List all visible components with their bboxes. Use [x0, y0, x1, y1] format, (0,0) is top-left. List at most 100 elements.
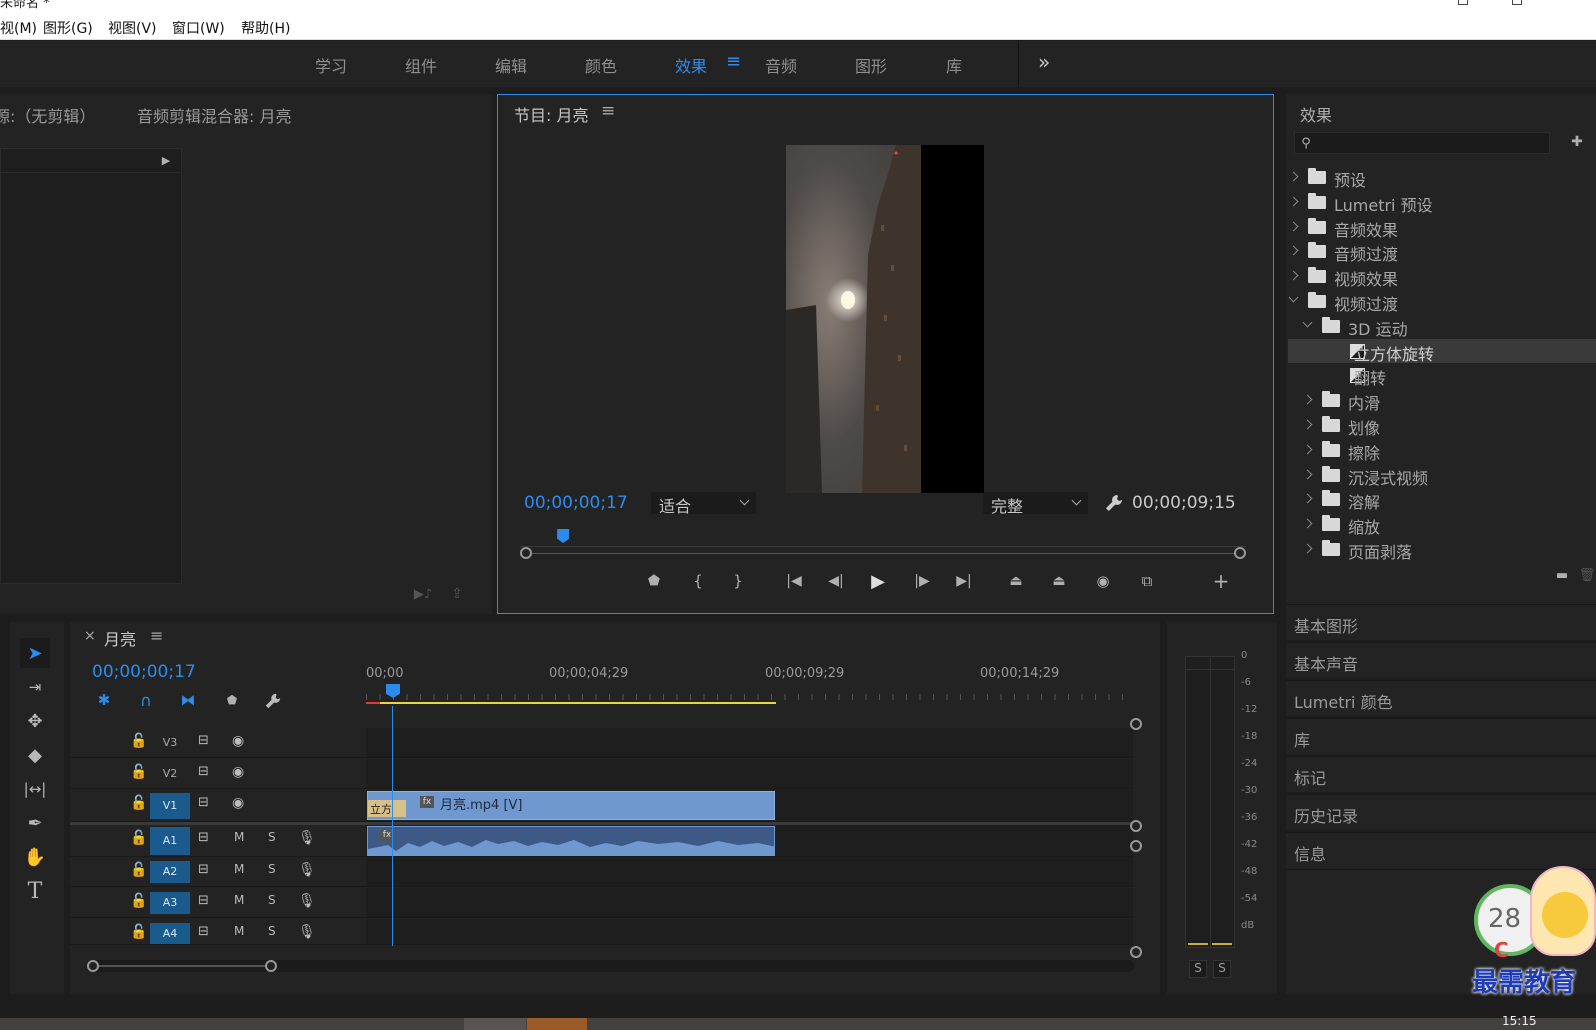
chevron-right-icon[interactable]	[1302, 543, 1313, 554]
lock-icon[interactable]: 🔓	[130, 862, 147, 878]
lock-icon[interactable]: 🔓	[130, 795, 147, 811]
nest-toggle-icon[interactable]: ✱	[94, 690, 114, 710]
chevron-down-icon[interactable]	[1288, 292, 1299, 303]
solo-button[interactable]: S	[268, 830, 276, 844]
eye-icon[interactable]: ◉	[232, 795, 244, 811]
effects-tree-item[interactable]: 预设	[1288, 165, 1596, 190]
new-bin-icon[interactable]: ✚	[1566, 132, 1588, 152]
workspace-tab-effects[interactable]: 效果	[675, 53, 707, 77]
quality-select[interactable]: 完整	[983, 492, 1088, 516]
audio-export-icon[interactable]: ▶♪	[412, 584, 434, 604]
zoom-select[interactable]: 适合	[651, 492, 756, 516]
delete-icon[interactable]: 🗑	[1578, 566, 1596, 584]
razor-tool-icon[interactable]: ◆	[20, 740, 50, 770]
panel-lumetri-color[interactable]: Lumetri 颜色	[1286, 680, 1596, 716]
timeline-close-icon[interactable]: ×	[84, 628, 96, 644]
microphone-icon[interactable]: 🎙	[298, 924, 316, 940]
chevron-right-icon[interactable]	[1302, 444, 1313, 455]
add-button-icon[interactable]: +	[1211, 569, 1231, 593]
wrench-icon[interactable]	[1104, 493, 1124, 513]
chevron-down-icon[interactable]	[1302, 317, 1313, 328]
effects-tree-item[interactable]: 划像	[1288, 413, 1596, 438]
chevron-right-icon[interactable]	[1302, 394, 1313, 405]
menu-view[interactable]: 视图(V)	[108, 18, 157, 38]
track-area[interactable]: fx	[366, 825, 1133, 856]
taskbar-app-premiere[interactable]	[464, 1018, 526, 1030]
workspace-menu-icon[interactable]: ≡	[726, 51, 741, 72]
new-folder-icon[interactable]: ▬	[1552, 566, 1572, 584]
track-label[interactable]: A4	[150, 923, 190, 944]
track-label[interactable]: A1	[150, 827, 190, 855]
mute-button[interactable]: M	[234, 893, 244, 907]
workspace-tab-libraries[interactable]: 库	[946, 53, 962, 77]
lock-icon[interactable]: 🔓	[130, 924, 147, 940]
maximize-button[interactable]	[1512, 0, 1522, 5]
go-to-out-icon[interactable]: ▶|	[952, 571, 976, 591]
scrub-out-handle[interactable]	[1234, 547, 1246, 559]
microphone-icon[interactable]: 🎙	[298, 830, 316, 846]
effects-tree-item[interactable]: 缩放	[1288, 512, 1596, 537]
sync-lock-icon[interactable]: ⊟	[198, 733, 209, 748]
workspace-tab-learn[interactable]: 学习	[315, 53, 347, 77]
chevron-right-icon[interactable]	[1288, 270, 1299, 281]
menu-help[interactable]: 帮助(H)	[241, 18, 290, 38]
type-tool-icon[interactable]: T	[20, 876, 50, 906]
slip-tool-icon[interactable]: |↔|	[20, 774, 50, 804]
tab-source[interactable]: 源:（无剪辑）	[0, 103, 95, 127]
horizontal-scrollbar[interactable]	[87, 960, 1134, 972]
workspace-tab-assembly[interactable]: 组件	[405, 53, 437, 77]
mark-out-icon[interactable]: }	[728, 571, 748, 591]
minimize-button[interactable]	[1458, 0, 1468, 5]
solo-button[interactable]: S	[268, 862, 276, 876]
camera-icon[interactable]: ◉	[1091, 571, 1115, 591]
scrollbar-end-handle[interactable]	[265, 960, 277, 972]
selection-tool-icon[interactable]: ➤	[20, 638, 50, 668]
snap-magnet-icon[interactable]: ∩	[136, 690, 156, 710]
track-area[interactable]	[366, 888, 1133, 917]
add-marker-icon[interactable]: ⬟	[644, 571, 664, 591]
time-ruler[interactable]: 00;00 00;00;04;29 00;00;09;29 00;00;14;2…	[366, 662, 1133, 706]
track-area[interactable]: 立方 fx 月亮.mp4 [V]	[366, 790, 1133, 821]
lock-icon[interactable]: 🔓	[130, 893, 147, 909]
workspace-overflow-button[interactable]: »	[1038, 50, 1050, 74]
track-label[interactable]: V1	[150, 793, 190, 819]
program-timecode[interactable]: 00;00;00;17	[524, 493, 628, 513]
effects-search-box[interactable]: ⚲	[1294, 132, 1550, 154]
add-marker-icon[interactable]: ⬟	[222, 690, 242, 710]
effects-search-input[interactable]	[1317, 135, 1545, 151]
effects-tree-item[interactable]: 擦除	[1288, 438, 1596, 463]
expand-arrow-icon[interactable]: ▶	[159, 152, 173, 168]
audio-clip[interactable]: fx	[367, 826, 775, 856]
chevron-right-icon[interactable]	[1302, 493, 1313, 504]
go-to-in-icon[interactable]: |◀	[782, 571, 806, 591]
step-forward-icon[interactable]: |▶	[910, 571, 934, 591]
panel-info[interactable]: 信息	[1286, 832, 1596, 870]
chevron-right-icon[interactable]	[1288, 245, 1299, 256]
mark-in-icon[interactable]: {	[688, 571, 708, 591]
mute-button[interactable]: M	[234, 830, 244, 844]
solo-right-button[interactable]: S	[1213, 960, 1231, 978]
chevron-right-icon[interactable]	[1302, 469, 1313, 480]
sync-lock-icon[interactable]: ⊟	[198, 795, 209, 810]
step-back-icon[interactable]: ◀|	[824, 571, 848, 591]
effects-tree-item[interactable]: 立方体旋转	[1288, 338, 1596, 364]
track-area[interactable]	[366, 728, 1133, 757]
effects-tree-item[interactable]: 页面剥落	[1288, 537, 1596, 562]
sync-lock-icon[interactable]: ⊟	[198, 862, 209, 877]
chevron-right-icon[interactable]	[1288, 221, 1299, 232]
taskbar-app-active[interactable]	[527, 1018, 587, 1030]
mute-button[interactable]: M	[234, 924, 244, 938]
timeline-timecode[interactable]: 00;00;00;17	[92, 662, 196, 682]
effects-tree-item[interactable]: 3D 运动	[1288, 314, 1596, 339]
chevron-right-icon[interactable]	[1288, 196, 1299, 207]
menu-sequence[interactable]: 视(M)	[0, 18, 37, 38]
timeline-menu-icon[interactable]: ≡	[150, 626, 163, 645]
workspace-tab-editing[interactable]: 编辑	[495, 53, 527, 77]
timeline-settings-wrench-icon[interactable]	[264, 692, 282, 710]
track-area[interactable]	[366, 857, 1133, 886]
chevron-right-icon[interactable]	[1302, 419, 1313, 430]
track-label[interactable]: V2	[150, 763, 190, 785]
program-playhead[interactable]	[557, 529, 570, 543]
track-label[interactable]: A3	[150, 892, 190, 914]
effects-tree-item[interactable]: 视频过渡	[1288, 289, 1596, 314]
